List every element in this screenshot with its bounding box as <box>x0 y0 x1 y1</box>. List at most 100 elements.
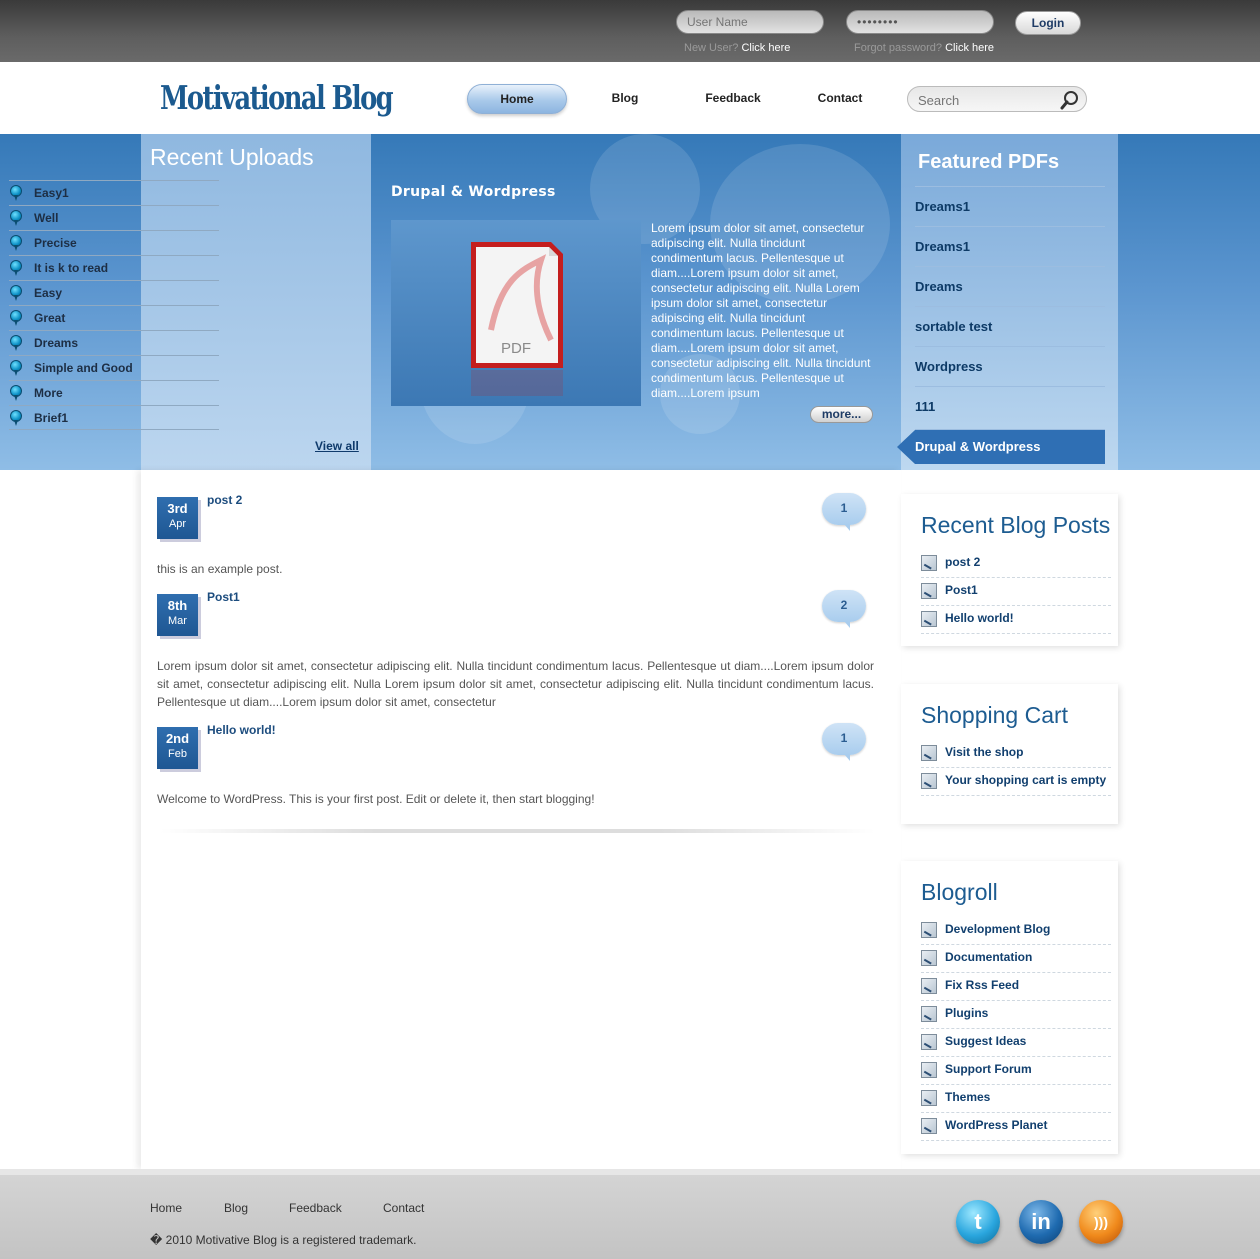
upload-item-label: Brief1 <box>34 410 69 425</box>
blogroll-link-label: Suggest Ideas <box>945 1034 1027 1048</box>
featured-pdf-item[interactable]: Dreams1 <box>915 186 1105 226</box>
cart-link-label: Your shopping cart is empty <box>945 773 1107 787</box>
upload-item[interactable]: Well <box>9 205 219 230</box>
login-button[interactable]: Login <box>1015 11 1081 35</box>
upload-item[interactable]: Easy1 <box>9 180 219 205</box>
nav-blog[interactable]: Blog <box>575 84 675 114</box>
upload-item-label: More <box>34 386 63 400</box>
shopping-cart-list: Visit the shop Your shopping cart is empt… <box>921 740 1111 796</box>
post-month: Feb <box>168 748 187 760</box>
twitter-icon[interactable]: t <box>956 1200 1000 1244</box>
recent-post-link-label: Post1 <box>945 583 978 597</box>
password-input[interactable] <box>846 10 994 34</box>
shopping-cart-widget: Shopping Cart Visit the shop Your shoppin… <box>901 684 1118 824</box>
blogroll-link-label: Documentation <box>945 950 1033 964</box>
rss-icon[interactable]: ))) <box>1079 1200 1123 1244</box>
blogroll-link[interactable]: Documentation <box>921 945 1111 973</box>
upload-item[interactable]: Dreams <box>9 330 219 355</box>
comment-count-badge[interactable]: 1 <box>822 493 866 531</box>
blogroll-widget: Blogroll Development Blog Documentation Fi… <box>901 861 1118 1154</box>
blogroll-link-label: Themes <box>945 1090 991 1104</box>
post-month: Mar <box>168 615 187 627</box>
featured-pdf-item[interactable]: sortable test <box>915 306 1105 346</box>
blogroll-link[interactable]: Suggest Ideas <box>921 1029 1111 1057</box>
post-excerpt: Lorem ipsum dolor sit amet, consectetur … <box>157 659 874 709</box>
blogroll-link[interactable]: WordPress Planet <box>921 1113 1111 1141</box>
blogroll-link[interactable]: Support Forum <box>921 1057 1111 1085</box>
upload-item[interactable]: Precise <box>9 230 219 255</box>
shopping-cart-title: Shopping Cart <box>921 702 1069 728</box>
document-icon <box>921 950 937 966</box>
document-icon <box>921 1034 937 1050</box>
blogroll-link-label: Development Blog <box>945 922 1051 936</box>
recent-post-link[interactable]: Hello world! <box>921 606 1111 634</box>
featured-pdf-item[interactable]: Dreams1 <box>915 226 1105 266</box>
search-input[interactable] <box>918 91 1058 109</box>
recent-post-link[interactable]: post 2 <box>921 550 1111 578</box>
recent-post-link[interactable]: Post1 <box>921 578 1111 606</box>
blogroll-link[interactable]: Fix Rss Feed <box>921 973 1111 1001</box>
post-date: 3rd Apr <box>157 497 198 539</box>
recent-blog-posts-list: post 2 Post1 Hello world! <box>921 550 1111 634</box>
comment-count-badge[interactable]: 2 <box>822 590 866 628</box>
featured-pdfs-title: Featured PDFs <box>918 151 1060 173</box>
recent-blog-posts-widget: Recent Blog Posts post 2 Post1 Hello world… <box>901 494 1118 646</box>
new-user-link[interactable]: Click here <box>741 42 790 54</box>
upload-item-label: Easy1 <box>34 186 69 200</box>
upload-item[interactable]: Brief1 <box>9 405 219 430</box>
cart-link[interactable]: Visit the shop <box>921 740 1111 768</box>
upload-item[interactable]: Easy <box>9 280 219 305</box>
linkedin-icon[interactable]: in <box>1019 1200 1063 1244</box>
copyright-text: � 2010 Motivative Blog is a registered t… <box>150 1233 417 1247</box>
content-divider <box>160 829 875 833</box>
nav-contact[interactable]: Contact <box>790 84 890 114</box>
post-title[interactable]: Post1 <box>207 590 240 604</box>
upload-item-label: Dreams <box>34 336 79 350</box>
document-icon <box>921 611 937 627</box>
featured-title: Drupal & Wordpress <box>391 184 556 200</box>
comment-count-badge[interactable]: 1 <box>822 723 866 761</box>
featured-image[interactable]: PDF <box>391 220 641 406</box>
upload-item[interactable]: Simple and Good <box>9 355 219 380</box>
document-icon <box>921 978 937 994</box>
post-title[interactable]: post 2 <box>207 493 242 507</box>
map-pin-icon <box>10 310 22 326</box>
document-icon <box>921 1006 937 1022</box>
blogroll-link[interactable]: Themes <box>921 1085 1111 1113</box>
more-button[interactable]: more... <box>810 406 873 423</box>
featured-pdfs-list: Dreams1 Dreams1 Dreams sortable test Wordpre… <box>897 186 1105 464</box>
featured-text: Lorem ipsum dolor sit amet, consectetur … <box>651 221 871 400</box>
map-pin-icon <box>10 360 22 376</box>
recent-blog-posts-title: Recent Blog Posts <box>921 512 1111 538</box>
post-day: 8th <box>167 598 188 613</box>
recent-post-link-label: post 2 <box>945 555 981 569</box>
new-user-text: New User? <box>684 42 739 54</box>
footer-link-feedback[interactable]: Feedback <box>289 1201 342 1215</box>
featured-pdf-item[interactable]: Dreams <box>915 266 1105 306</box>
cart-link[interactable]: Your shopping cart is empty <box>921 768 1111 796</box>
map-pin-icon <box>10 385 22 401</box>
blogroll-link-label: Support Forum <box>945 1062 1032 1076</box>
nav-feedback[interactable]: Feedback <box>683 84 783 114</box>
blogroll-link[interactable]: Plugins <box>921 1001 1111 1029</box>
pdf-icon: PDF <box>471 242 563 396</box>
username-input[interactable] <box>676 10 824 34</box>
featured-pdfs-panel: Featured PDFs Dreams1 Dreams1 Dreams sortab… <box>897 134 1118 470</box>
featured-pdf-item[interactable]: 111 <box>915 386 1105 426</box>
footer-link-contact[interactable]: Contact <box>383 1201 424 1215</box>
footer-link-blog[interactable]: Blog <box>224 1201 248 1215</box>
view-all-link[interactable]: View all <box>315 439 359 453</box>
document-icon <box>921 745 937 761</box>
upload-item[interactable]: Great <box>9 305 219 330</box>
blogroll-link[interactable]: Development Blog <box>921 917 1111 945</box>
nav-home[interactable]: Home <box>467 84 567 114</box>
upload-item[interactable]: More <box>9 380 219 405</box>
footer-link-home[interactable]: Home <box>150 1201 182 1215</box>
upload-item[interactable]: It is k to read <box>9 255 219 280</box>
featured-pdf-item[interactable]: Wordpress <box>915 346 1105 386</box>
forgot-password-link[interactable]: Click here <box>945 42 994 54</box>
search-icon[interactable] <box>1060 90 1080 110</box>
featured-pdf-item[interactable]: Drupal & Wordpress <box>897 429 1105 464</box>
post-title[interactable]: Hello world! <box>207 723 276 737</box>
site-logo[interactable]: Motivational Blog <box>160 78 394 117</box>
